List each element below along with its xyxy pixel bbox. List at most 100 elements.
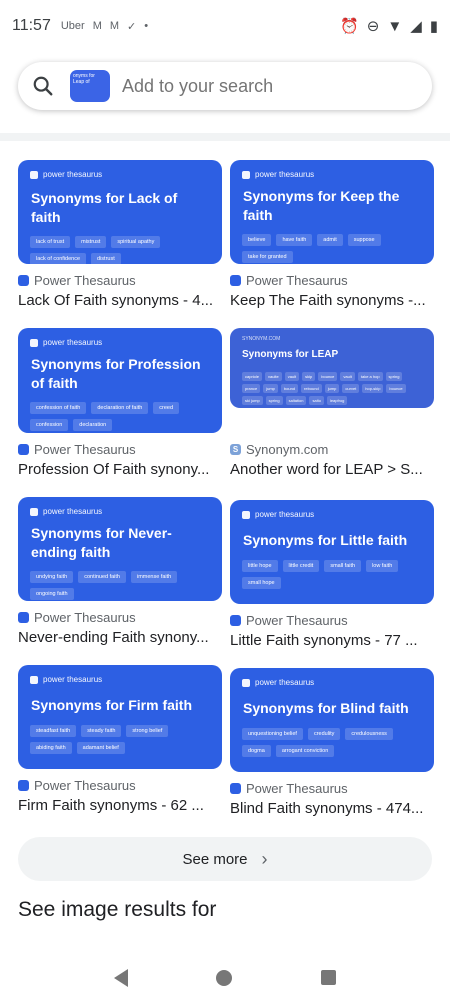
result-caption[interactable]: Lack Of Faith synonyms - 4... (18, 292, 222, 309)
chip: spring (385, 372, 403, 381)
chip: ski jump (242, 396, 263, 405)
chip: steady faith (81, 725, 122, 737)
result-caption[interactable]: Firm Faith synonyms - 62 ... (18, 797, 222, 814)
result-image[interactable]: SYNONYM.COM Synonyms for LEAP capriole va… (230, 328, 434, 408)
result-image-brand: power thesaurus (43, 170, 103, 179)
result-image-chips: capriole vaulte vault skip bounce vault take a… (242, 372, 422, 405)
see-image-results-heading: See image results for (18, 898, 217, 921)
chip: leapfrog (326, 396, 348, 405)
chip: declaration of faith (91, 402, 149, 414)
image-result[interactable]: SYNONYM.COM Synonyms for LEAP capriole va… (230, 328, 434, 478)
chip: hop-skip (362, 384, 384, 393)
result-caption[interactable]: Keep The Faith synonyms -... (230, 292, 434, 309)
source-favicon-icon (230, 275, 241, 286)
chip: confession of faith (30, 402, 87, 414)
search-bar[interactable]: onyms for Leap of (18, 62, 432, 110)
result-caption[interactable]: Profession Of Faith synony... (18, 461, 222, 478)
result-caption[interactable]: Blind Faith synonyms - 474... (230, 800, 434, 817)
result-image-chips: lack of trust mistrust spiritual apathy lac… (30, 236, 210, 264)
chip: salto (309, 396, 324, 405)
chip: strong belief (126, 725, 169, 737)
result-caption[interactable]: Never-ending Faith synony... (18, 629, 222, 646)
see-more-button[interactable]: See more › (18, 837, 432, 881)
gmail-icon: M (92, 20, 102, 32)
result-image[interactable]: power thesaurus Synonyms for Profession … (18, 328, 222, 433)
source-favicon-icon (230, 615, 241, 626)
power-thesaurus-logo-icon (30, 338, 38, 347)
source-favicon-icon (18, 612, 29, 623)
image-result[interactable]: power thesaurus Synonyms for Never-endin… (18, 497, 222, 646)
result-image-brand: SYNONYM.COM (242, 336, 281, 342)
result-image-brand: power thesaurus (43, 507, 103, 516)
result-image-brand: power thesaurus (255, 510, 315, 519)
source-favicon-icon (18, 444, 29, 455)
task-icon: ✓ (127, 20, 137, 33)
search-input[interactable] (122, 75, 382, 97)
chip: declaration (73, 419, 113, 431)
back-icon[interactable] (114, 968, 129, 987)
chip: saltation (285, 396, 307, 405)
image-result[interactable]: power thesaurus Synonyms for Lack of fai… (18, 160, 222, 309)
result-image-chips: unquestioning belief credulity credulousne… (242, 728, 422, 757)
chip: credulousness (345, 728, 393, 740)
result-image-chips: little hope little credit small faith low f… (242, 560, 422, 589)
chip: vault (284, 372, 300, 381)
dnd-icon: ⊖ (366, 18, 380, 35)
result-image[interactable]: power thesaurus Synonyms for Firm faith … (18, 665, 222, 769)
gmail-icon-2: M (109, 20, 120, 32)
chip: skip (302, 372, 316, 381)
chip: confession (30, 419, 69, 431)
result-source: Power Thesaurus (34, 610, 136, 625)
result-caption[interactable]: Another word for LEAP > S... (230, 461, 434, 478)
chip: creed (153, 402, 180, 414)
chip: rebound (301, 384, 322, 393)
chip: have faith (276, 234, 313, 246)
result-image[interactable]: power thesaurus Synonyms for Little fait… (230, 500, 434, 604)
image-result[interactable]: power thesaurus Synonyms for Keep the fa… (230, 160, 434, 309)
source-favicon-icon (18, 780, 29, 791)
result-image[interactable]: power thesaurus Synonyms for Blind faith… (230, 668, 434, 772)
search-icon[interactable] (32, 75, 54, 97)
result-source: Power Thesaurus (34, 273, 136, 288)
result-image-title: Synonyms for Keep the faith (243, 188, 400, 223)
result-image-brand: power thesaurus (255, 678, 315, 687)
image-result[interactable]: power thesaurus Synonyms for Firm faith … (18, 665, 222, 814)
android-nav-bar (0, 955, 450, 1000)
result-image-brand: power thesaurus (43, 338, 103, 347)
chip: credulity (307, 728, 341, 740)
chip: bound (280, 384, 299, 393)
image-result[interactable]: power thesaurus Synonyms for Blind faith… (230, 668, 434, 817)
search-image-thumbnail[interactable]: onyms for Leap of (70, 70, 110, 102)
chevron-right-icon: › (261, 848, 268, 869)
result-source: Power Thesaurus (246, 781, 348, 796)
home-icon[interactable] (216, 969, 233, 986)
system-icons: ⏰ ⊖ ▼ ◢ ▮ (340, 17, 438, 36)
result-image[interactable]: power thesaurus Synonyms for Keep the fa… (230, 160, 434, 264)
chip: jump (263, 384, 278, 393)
result-image[interactable]: power thesaurus Synonyms for Lack of fai… (18, 160, 222, 264)
result-image-title: Synonyms for Firm faith (31, 697, 193, 713)
uber-icon: Uber (60, 20, 85, 32)
result-source: Synonym.com (246, 442, 329, 457)
result-image-title: Synonyms for Blind faith (243, 700, 409, 716)
result-image-brand: power thesaurus (43, 675, 103, 684)
chip: little hope (242, 560, 278, 572)
chip: mistrust (75, 236, 107, 248)
result-source: Power Thesaurus (246, 613, 348, 628)
chip: bounce (386, 384, 406, 393)
chip: dogma (242, 745, 271, 757)
chip: steadfast faith (30, 725, 77, 737)
chip: lack of trust (30, 236, 71, 248)
chip: arrogant conviction (275, 745, 335, 757)
chip: capriole (242, 372, 263, 381)
chip: little credit (282, 560, 320, 572)
result-image-chips: steadfast faith steady faith strong belief… (30, 725, 210, 754)
result-image[interactable]: power thesaurus Synonyms for Never-endin… (18, 497, 222, 601)
source-favicon-icon (18, 275, 29, 286)
power-thesaurus-logo-icon (242, 510, 250, 519)
image-result[interactable]: power thesaurus Synonyms for Profession … (18, 328, 222, 478)
result-caption[interactable]: Little Faith synonyms - 77 ... (230, 632, 434, 649)
recents-icon[interactable] (320, 970, 336, 985)
result-image-title: Synonyms for LEAP (242, 349, 339, 360)
image-result[interactable]: power thesaurus Synonyms for Little fait… (230, 500, 434, 649)
